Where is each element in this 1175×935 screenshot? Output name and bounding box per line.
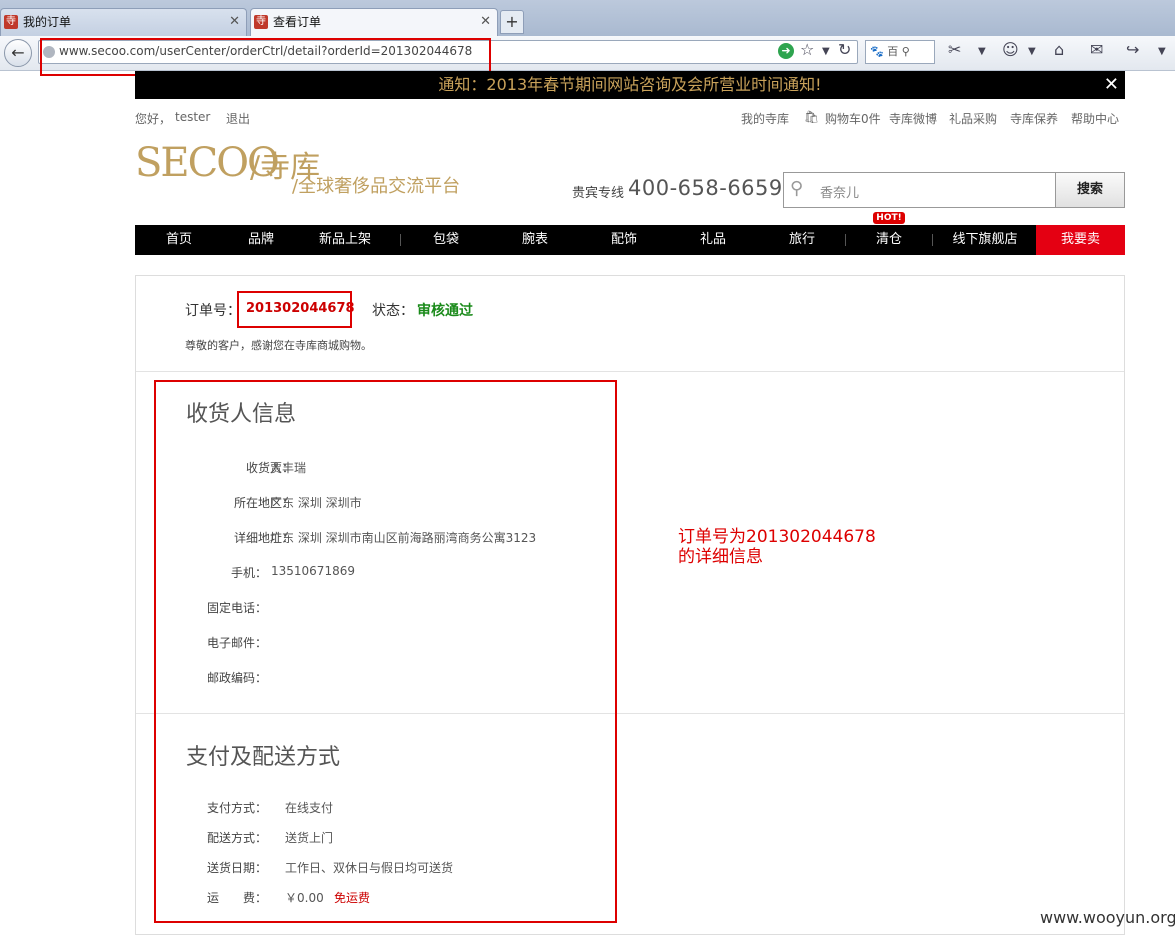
greeting: 您好， — [135, 112, 172, 126]
maintenance-link[interactable]: 寺库保养 — [1010, 110, 1058, 127]
hotline-label: 贵宾专线 — [572, 186, 625, 201]
main-nav: 首页 品牌 新品上架 包袋 腕表 配饰 礼品 旅行 清仓 线下旗舰店 我要卖 — [135, 225, 1125, 255]
tab-title: 我的订单 — [23, 15, 72, 29]
close-tab-icon[interactable]: ✕ — [229, 9, 240, 35]
logout-link[interactable]: 退出 — [226, 110, 250, 127]
cart-icon: 🛍 — [804, 110, 820, 124]
help-center-link[interactable]: 帮助中心 — [1071, 110, 1119, 127]
nav-divider — [400, 234, 401, 246]
info-highlight-box — [154, 380, 617, 923]
gift-purchase-link[interactable]: 礼品采购 — [949, 110, 997, 127]
notice-banner[interactable]: 通知：2013年春节期间网站咨询及会所营业时间通知! ✕ — [135, 71, 1125, 99]
browser-tab-bar: 寺 我的订单 ✕ 寺 查看订单 ✕ + — [0, 0, 1175, 37]
nav-brands[interactable]: 品牌 — [235, 225, 287, 255]
nav-new-arrivals[interactable]: 新品上架 — [313, 225, 377, 255]
hotline-number: 400-658-6659 — [628, 176, 783, 200]
logo-slogan: /全球奢侈品交流平台 — [292, 176, 461, 197]
annotation-note: 订单号为201302044678 的详细信息 — [678, 527, 876, 567]
status-label: 状态： — [372, 303, 414, 319]
search-button[interactable]: 搜索 — [1055, 172, 1125, 208]
thanks-message: 尊敬的客户，感谢您在寺库商城购物。 — [185, 339, 372, 352]
nav-divider — [845, 234, 846, 246]
my-secoo-link[interactable]: 我的寺库 — [741, 110, 789, 127]
cart-link[interactable]: 购物车0件 — [825, 110, 881, 127]
nav-divider — [932, 234, 933, 246]
watermark: www.wooyun.org — [1040, 908, 1175, 927]
section-divider — [136, 371, 1124, 372]
order-number-highlight-box — [237, 291, 352, 328]
nav-accessories[interactable]: 配饰 — [598, 225, 650, 255]
mail-icon[interactable]: ✉ — [1090, 40, 1103, 59]
chevron-down-icon[interactable]: ▼ — [978, 46, 986, 57]
annotation-line-2: 的详细信息 — [678, 547, 763, 567]
nav-watches[interactable]: 腕表 — [509, 225, 561, 255]
back-button[interactable]: ← — [4, 39, 32, 67]
chevron-down-icon[interactable]: ▼ — [1158, 46, 1166, 57]
search-icon: ⚲ — [901, 45, 910, 58]
home-icon[interactable]: ⌂ — [1054, 40, 1064, 59]
username-link[interactable]: tester — [175, 110, 210, 124]
chevron-down-icon[interactable]: ▼ — [1028, 46, 1036, 57]
order-number-label: 订单号： — [185, 303, 241, 319]
nav-travel[interactable]: 旅行 — [776, 225, 828, 255]
nav-home[interactable]: 首页 — [153, 225, 205, 255]
nav-flagship-stores[interactable]: 线下旗舰店 — [947, 225, 1023, 255]
screenshot-icon[interactable]: ✂ — [948, 40, 961, 59]
hot-badge: HOT! — [873, 212, 905, 224]
reload-icon[interactable]: ↻ — [838, 40, 851, 59]
browser-search-box[interactable]: 🐾 百 ⚲ — [865, 40, 935, 64]
weibo-link[interactable]: 寺库微博 — [889, 110, 937, 127]
chevron-down-icon[interactable]: ▼ — [822, 46, 830, 57]
tab-my-orders[interactable]: 寺 我的订单 ✕ — [0, 8, 247, 36]
close-icon[interactable]: ✕ — [1104, 71, 1119, 99]
go-arrow-icon[interactable]: ➜ — [778, 43, 794, 59]
site-favicon-icon: 寺 — [254, 15, 268, 29]
tab-view-order[interactable]: 寺 查看订单 ✕ — [250, 8, 498, 36]
new-tab-button[interactable]: + — [500, 10, 524, 34]
search-icon: ⚲ — [790, 178, 804, 199]
smiley-icon[interactable]: ☺ — [1002, 40, 1019, 59]
annotation-line-1: 订单号为201302044678 — [678, 527, 876, 547]
tab-title: 查看订单 — [273, 15, 322, 29]
notice-text: 通知：2013年春节期间网站咨询及会所营业时间通知! — [438, 75, 822, 94]
nav-sell[interactable]: 我要卖 — [1036, 225, 1125, 255]
site-search-input[interactable]: ⚲ 香奈儿 — [783, 172, 1055, 208]
nav-clearance[interactable]: 清仓 — [863, 225, 915, 255]
site-favicon-icon: 寺 — [4, 15, 18, 29]
close-tab-icon[interactable]: ✕ — [480, 9, 491, 35]
bookmark-star-icon[interactable]: ☆ — [800, 40, 814, 59]
paw-icon: 🐾 — [870, 45, 884, 58]
nav-gifts[interactable]: 礼品 — [687, 225, 739, 255]
share-icon[interactable]: ↪ — [1126, 40, 1139, 59]
status-value: 审核通过 — [417, 303, 473, 319]
search-placeholder: 香奈儿 — [820, 186, 860, 201]
search-engine-label: 百 — [887, 45, 899, 58]
nav-bags[interactable]: 包袋 — [420, 225, 472, 255]
